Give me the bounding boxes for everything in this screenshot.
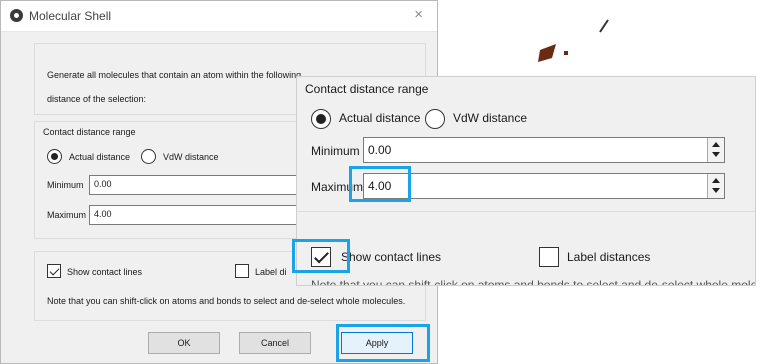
- zoom-show-contact-lines-label: Show contact lines: [341, 250, 442, 264]
- molecule-fragment-dot: [564, 51, 568, 55]
- actual-distance-radio[interactable]: [47, 149, 62, 164]
- ok-button[interactable]: OK: [148, 332, 220, 354]
- show-contact-lines-label: Show contact lines: [67, 267, 143, 277]
- maximum-label: Maximum: [47, 210, 87, 220]
- maximum-value-highlight: [349, 166, 411, 202]
- zoom-vdw-distance-label: VdW distance: [453, 111, 528, 125]
- label-distances-label: Label di: [255, 267, 287, 277]
- zoom-label-distances-checkbox[interactable]: [539, 247, 559, 267]
- note-text: Note that you can shift-click on atoms a…: [47, 296, 406, 306]
- contact-range-title: Contact distance range: [43, 127, 136, 137]
- label-distances-checkbox[interactable]: [235, 264, 249, 278]
- close-icon[interactable]: ×: [414, 6, 423, 23]
- actual-distance-label: Actual distance: [69, 152, 131, 162]
- minimum-spinner[interactable]: [707, 138, 724, 162]
- molecule-fragment-shape: [538, 44, 556, 62]
- cancel-button[interactable]: Cancel: [239, 332, 311, 354]
- zoom-maximum-field[interactable]: 4.00: [363, 173, 725, 199]
- show-contact-lines-highlight: [292, 239, 350, 273]
- maximum-spinner[interactable]: [707, 174, 724, 198]
- apply-highlight: [336, 324, 430, 362]
- zoom-contact-range-title: Contact distance range: [305, 82, 429, 96]
- zoom-minimum-label: Minimum: [311, 144, 360, 158]
- title-bar: Molecular Shell ×: [1, 1, 437, 32]
- vdw-distance-label: VdW distance: [163, 152, 219, 162]
- spin-up-icon[interactable]: [712, 178, 720, 183]
- molecule-fragment-graphic: [538, 19, 609, 62]
- molecule-fragment-bond: [599, 19, 609, 33]
- zoom-label-distances-label: Label distances: [567, 250, 651, 264]
- minimum-label: Minimum: [47, 180, 84, 190]
- zoom-vdw-distance-radio[interactable]: [425, 109, 445, 129]
- spin-down-icon[interactable]: [712, 188, 720, 193]
- spin-up-icon[interactable]: [712, 142, 720, 147]
- zoom-minimum-field[interactable]: 0.00: [363, 137, 725, 163]
- intro-line-1: Generate all molecules that contain an a…: [47, 70, 302, 80]
- intro-line-2: distance of the selection:: [47, 94, 147, 104]
- window-title: Molecular Shell: [29, 9, 112, 23]
- zoom-actual-distance-label: Actual distance: [339, 111, 421, 125]
- spin-down-icon[interactable]: [712, 152, 720, 157]
- molecule-icon: [10, 9, 23, 22]
- show-contact-lines-checkbox[interactable]: [47, 264, 61, 278]
- vdw-distance-radio[interactable]: [141, 149, 156, 164]
- zoom-note-text-cut: Note that you can shift-click on atoms a…: [311, 278, 756, 286]
- zoom-actual-distance-radio[interactable]: [311, 109, 331, 129]
- zoom-minimum-value: 0.00: [368, 143, 392, 157]
